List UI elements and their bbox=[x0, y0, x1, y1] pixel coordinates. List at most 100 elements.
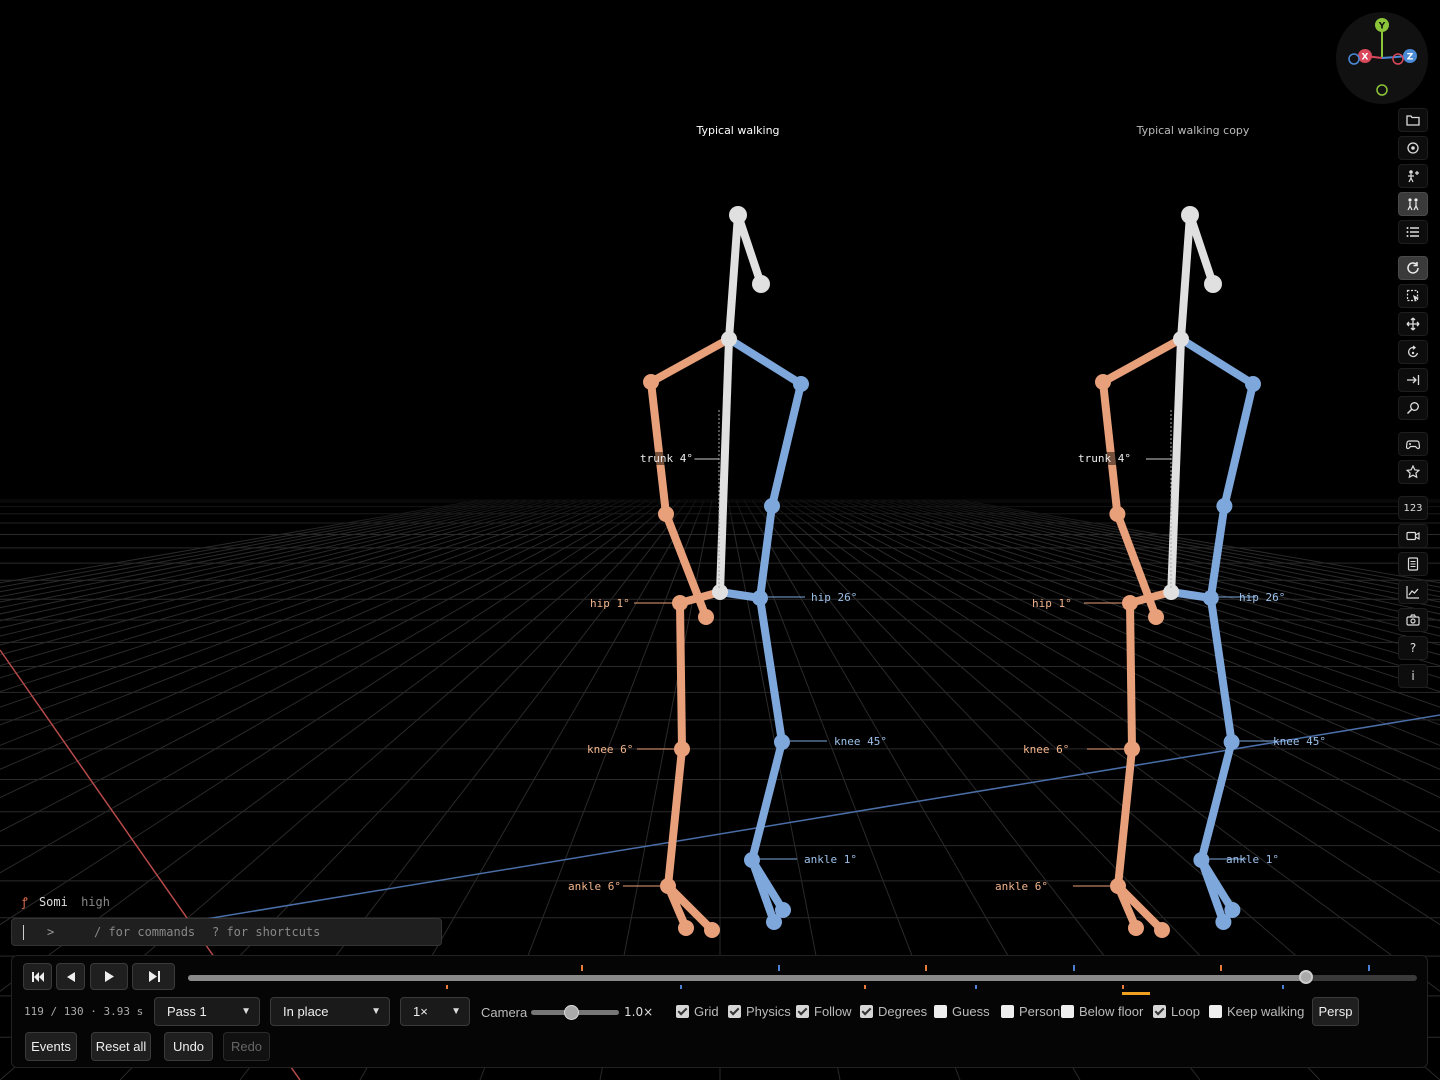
checked-icon[interactable] bbox=[676, 1005, 689, 1018]
select-region-button[interactable] bbox=[1398, 284, 1428, 308]
below-floor-checkbox[interactable]: Below floor bbox=[1061, 1004, 1143, 1019]
pass-select[interactable]: Pass 1 ▼ bbox=[154, 997, 260, 1026]
unchecked-icon[interactable] bbox=[1061, 1005, 1074, 1018]
select-region-icon bbox=[1406, 289, 1420, 303]
command-input[interactable]: > / for commands ? for shortcuts bbox=[11, 918, 442, 946]
text-caret bbox=[23, 925, 24, 940]
joint-lEl bbox=[658, 506, 674, 522]
align-right-button[interactable] bbox=[1398, 368, 1428, 392]
redo-button[interactable]: Redo bbox=[223, 1032, 270, 1061]
current-event-marker bbox=[1122, 992, 1150, 995]
numbers-icon: 123 bbox=[1403, 502, 1423, 514]
keep-walking-checkbox[interactable]: Keep walking bbox=[1209, 1004, 1304, 1019]
pair-people-button[interactable] bbox=[1398, 192, 1428, 216]
open-folder-button[interactable] bbox=[1398, 108, 1428, 132]
chart-button[interactable] bbox=[1398, 580, 1428, 604]
checked-icon[interactable] bbox=[728, 1005, 741, 1018]
camera-slider-thumb[interactable] bbox=[563, 1005, 579, 1020]
joint-pelvis bbox=[712, 584, 728, 600]
move-icon bbox=[1406, 317, 1420, 331]
events-button[interactable]: Events bbox=[25, 1032, 77, 1061]
target-button[interactable] bbox=[1398, 136, 1428, 160]
camera-icon bbox=[1406, 613, 1420, 627]
persp-button[interactable]: Persp bbox=[1312, 997, 1359, 1026]
model-title-1: Typical walking bbox=[696, 124, 780, 137]
axis-gizmo[interactable]: Y X Z bbox=[1336, 12, 1428, 104]
right-hip-angle-label-1: hip 26° bbox=[811, 591, 858, 604]
refresh-button[interactable] bbox=[1398, 256, 1428, 280]
gamepad-button[interactable] bbox=[1398, 432, 1428, 456]
rotate-button[interactable] bbox=[1398, 340, 1428, 364]
event-marker bbox=[925, 965, 928, 971]
skip-to-start-button[interactable] bbox=[23, 963, 52, 990]
playback-panel: 119 / 130 · 3.93 s Pass 1 ▼ In place ▼ 1… bbox=[11, 955, 1428, 1068]
grid-checkbox[interactable]: Grid bbox=[676, 1004, 719, 1019]
joint-lSh bbox=[1095, 374, 1111, 390]
joint-rSh bbox=[793, 376, 809, 392]
camera-zoom-slider[interactable] bbox=[531, 1005, 619, 1020]
person-icon: ꝭ bbox=[22, 895, 28, 909]
play-icon bbox=[105, 971, 114, 982]
joint-rAnk bbox=[744, 852, 760, 868]
left-knee-angle-label-2: knee 6° bbox=[1023, 743, 1070, 756]
list-button[interactable] bbox=[1398, 220, 1428, 244]
reset-all-button[interactable]: Reset all bbox=[91, 1032, 151, 1061]
event-marker bbox=[777, 965, 780, 971]
camera-button[interactable] bbox=[1398, 608, 1428, 632]
help-button[interactable]: ? bbox=[1398, 636, 1428, 660]
chevron-down-icon: ▼ bbox=[371, 1006, 381, 1017]
joint-lToe bbox=[1154, 922, 1170, 938]
event-marker bbox=[1122, 985, 1125, 989]
target-icon bbox=[1406, 141, 1420, 155]
right-ankle-angle-label-2: ankle 1° bbox=[1226, 853, 1279, 866]
skip-to-end-button[interactable] bbox=[132, 963, 175, 990]
search-button[interactable] bbox=[1398, 396, 1428, 420]
joint-lSh bbox=[643, 374, 659, 390]
left-hip-angle-label-2: hip 1° bbox=[1032, 597, 1072, 610]
video-icon bbox=[1406, 529, 1420, 543]
guess-checkbox[interactable]: Guess bbox=[934, 1004, 990, 1019]
loop-checkbox[interactable]: Loop bbox=[1153, 1004, 1200, 1019]
bone bbox=[748, 738, 786, 864]
step-back-button[interactable] bbox=[56, 963, 85, 990]
checked-icon[interactable] bbox=[860, 1005, 873, 1018]
bone bbox=[664, 745, 686, 890]
left-ankle-angle-label-2: ankle 6° bbox=[995, 880, 1048, 893]
document-icon bbox=[1406, 557, 1420, 571]
joint-lHip bbox=[1122, 595, 1138, 611]
person-checkbox[interactable]: Person bbox=[1001, 1004, 1060, 1019]
step-back-icon bbox=[66, 971, 75, 982]
frame-counter: 119 / 130 · 3.93 s bbox=[24, 1005, 144, 1018]
follow-checkbox[interactable]: Follow bbox=[796, 1004, 852, 1019]
trunk-angle-label-1: trunk 4° bbox=[638, 452, 695, 465]
physics-checkbox[interactable]: Physics bbox=[728, 1004, 791, 1019]
info-button[interactable]: i bbox=[1398, 664, 1428, 688]
joint-head bbox=[729, 206, 747, 224]
pass-select-value: Pass 1 bbox=[167, 1004, 207, 1019]
skip-start-icon bbox=[31, 971, 44, 982]
loop-label: Loop bbox=[1171, 1004, 1200, 1019]
star-button[interactable] bbox=[1398, 460, 1428, 484]
degrees-checkbox[interactable]: Degrees bbox=[860, 1004, 927, 1019]
unchecked-icon[interactable] bbox=[1209, 1005, 1222, 1018]
move-button[interactable] bbox=[1398, 312, 1428, 336]
unchecked-icon[interactable] bbox=[934, 1005, 947, 1018]
timeline-progress bbox=[188, 975, 1307, 981]
play-button[interactable] bbox=[90, 963, 128, 990]
checked-icon[interactable] bbox=[796, 1005, 809, 1018]
timeline-scrubber[interactable] bbox=[188, 970, 1417, 984]
timeline-thumb[interactable] bbox=[1299, 970, 1314, 984]
right-knee-angle-label-2: knee 45° bbox=[1273, 735, 1326, 748]
document-button[interactable] bbox=[1398, 552, 1428, 576]
checked-icon[interactable] bbox=[1153, 1005, 1166, 1018]
unchecked-icon[interactable] bbox=[1001, 1005, 1014, 1018]
mode-select[interactable]: In place ▼ bbox=[270, 997, 390, 1026]
numbers-button[interactable]: 123 bbox=[1398, 496, 1428, 520]
rotate-icon bbox=[1406, 345, 1420, 359]
speed-select[interactable]: 1× ▼ bbox=[400, 997, 470, 1026]
bone bbox=[1114, 745, 1136, 890]
mode-select-value: In place bbox=[283, 1004, 329, 1019]
add-person-button[interactable] bbox=[1398, 164, 1428, 188]
undo-button[interactable]: Undo bbox=[164, 1032, 213, 1061]
video-button[interactable] bbox=[1398, 524, 1428, 548]
